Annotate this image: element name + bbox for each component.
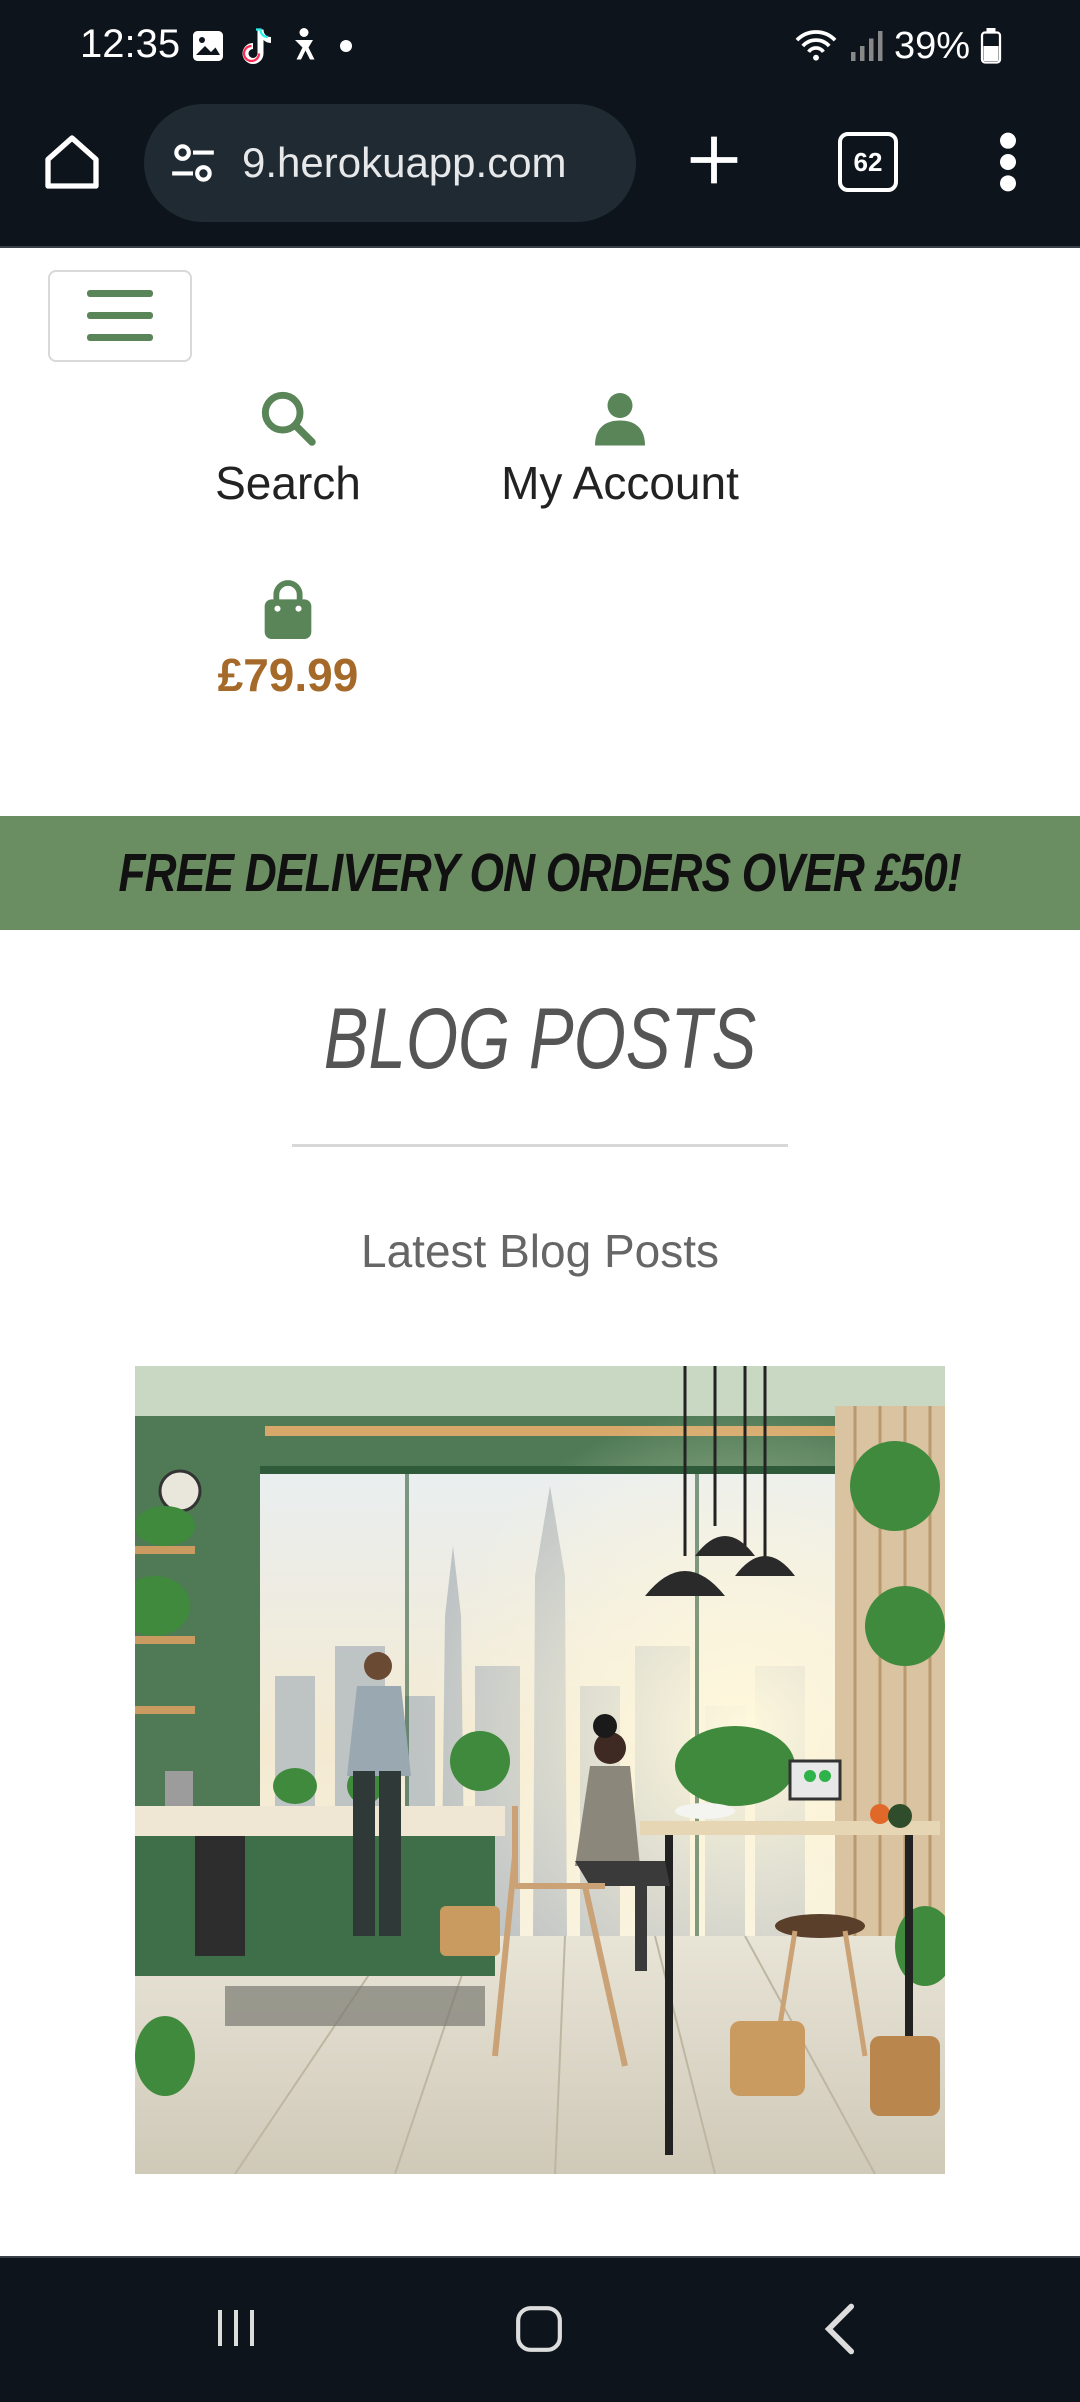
title-divider (292, 1144, 788, 1147)
user-icon (595, 393, 645, 446)
system-nav-bar (0, 2256, 1080, 2402)
hamburger-icon (87, 290, 153, 341)
status-right: 39% (794, 22, 1002, 70)
search-icon (261, 391, 316, 446)
more-options-icon[interactable] (994, 130, 1022, 194)
delivery-banner: FREE DELIVERY ON ORDERS OVER £50! (0, 816, 1080, 930)
page-title: BLOG POSTS (323, 991, 757, 1087)
search-link[interactable]: Search (200, 386, 376, 510)
battery-percent: 39% (893, 24, 970, 67)
home-nav-icon[interactable] (514, 2304, 564, 2354)
dot-icon (340, 40, 352, 52)
banner-text: FREE DELIVERY ON ORDERS OVER £50! (118, 843, 962, 903)
account-label: My Account (501, 457, 739, 509)
status-bar: 12:35 39% (0, 0, 1080, 96)
next-heading-clipped (190, 2232, 890, 2256)
tiktok-icon (242, 28, 271, 64)
recent-apps-icon[interactable] (212, 2304, 260, 2352)
browser-toolbar: 9.herokuapp.com 62 (0, 96, 1080, 248)
accessibility-icon (295, 28, 315, 60)
cart-total: £79.99 (217, 649, 359, 701)
signal-icon (850, 31, 883, 61)
kitchen-scene-illustration (135, 1366, 945, 2174)
status-time: 12:35 (80, 22, 181, 66)
account-link[interactable]: My Account (480, 386, 760, 510)
menu-toggle-button[interactable] (48, 270, 192, 362)
page-subtitle: Latest Blog Posts (361, 1225, 719, 1277)
search-label: Search (215, 457, 361, 509)
notification-icons (190, 22, 358, 70)
gallery-icon (193, 31, 223, 61)
site-settings-icon[interactable] (168, 138, 218, 188)
tab-switcher-button[interactable]: 62 (838, 132, 898, 192)
blog-post-image[interactable] (135, 1366, 945, 2174)
back-icon[interactable] (820, 2302, 860, 2356)
address-bar[interactable]: 9.herokuapp.com (144, 104, 636, 222)
battery-icon (980, 28, 1002, 64)
wifi-icon (795, 30, 837, 61)
new-tab-icon[interactable] (686, 132, 742, 188)
shopping-bag-icon (264, 580, 312, 639)
cart-link[interactable]: £79.99 (200, 580, 376, 702)
url-text[interactable]: 9.herokuapp.com (242, 139, 567, 187)
home-icon[interactable] (40, 130, 104, 194)
